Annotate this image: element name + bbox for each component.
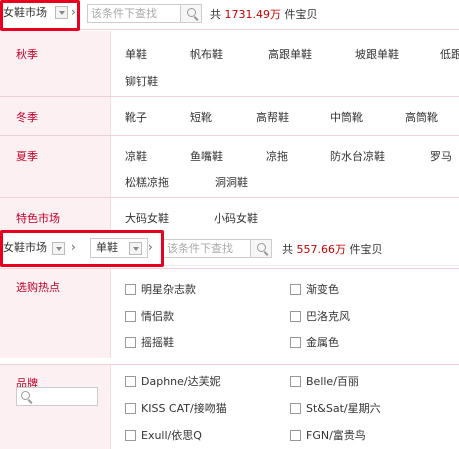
checkbox-option[interactable]: KISS CAT/接吻猫 xyxy=(125,402,227,415)
category-item[interactable]: 防水台凉鞋 xyxy=(330,148,385,164)
category-item[interactable]: 铆钉鞋 xyxy=(125,73,158,89)
category-select-value: 单鞋 xyxy=(96,241,118,254)
category-item[interactable]: 单鞋 xyxy=(125,46,147,62)
checkbox-option[interactable]: 渐变色 xyxy=(290,283,339,296)
category-item[interactable]: 罗马 xyxy=(430,148,452,164)
checkbox-option[interactable]: 巴洛克风 xyxy=(290,310,350,323)
category-select[interactable]: 单鞋 xyxy=(90,238,148,258)
count-suffix: 件宝贝 xyxy=(349,243,383,256)
category-item[interactable]: 高跟单鞋 xyxy=(268,46,312,62)
count-prefix: 共 xyxy=(282,243,293,256)
category-label: 冬季 xyxy=(16,111,38,124)
category-item[interactable]: 低跟 xyxy=(440,46,459,62)
search-input[interactable]: 该条件下查找 xyxy=(87,4,181,23)
brand-search-input[interactable] xyxy=(16,387,98,406)
checkbox-option[interactable]: 摇摇鞋 xyxy=(125,336,174,349)
breadcrumb-bar: 女鞋市场 › 该条件下查找 共 1731.49万 件宝贝 xyxy=(0,0,459,30)
category-item[interactable]: 高筒靴 xyxy=(405,109,438,125)
count-prefix: 共 xyxy=(210,8,221,21)
category-label: 特色市场 xyxy=(16,212,60,225)
chevron-down-icon[interactable] xyxy=(52,242,65,255)
category-item[interactable]: 帆布鞋 xyxy=(190,46,223,62)
checkbox-option[interactable]: Exull/依思Q xyxy=(125,429,202,442)
category-item[interactable]: 高帮鞋 xyxy=(256,109,289,125)
result-count: 共 1731.49万 件宝贝 xyxy=(210,6,318,22)
checkbox-option[interactable]: FGN/富贵鸟 xyxy=(290,429,366,442)
category-item[interactable]: 中筒靴 xyxy=(330,109,363,125)
search-icon xyxy=(21,391,30,400)
attribute-row-brand: 品牌 Daphne/达芙妮 Belle/百丽 KISS CAT/接吻猫 St&S… xyxy=(0,364,459,449)
chevron-right-icon: › xyxy=(148,240,153,254)
category-item[interactable]: 小码女鞋 xyxy=(214,210,258,226)
market-selector-label[interactable]: 女鞋市场 xyxy=(3,239,47,257)
count-value: 1731.49万 xyxy=(224,8,282,21)
search-button[interactable] xyxy=(180,4,202,23)
checkbox-option[interactable]: 金属色 xyxy=(290,336,339,349)
search-button[interactable] xyxy=(250,239,272,258)
chevron-right-icon: › xyxy=(71,240,76,254)
sub-breadcrumb-bar: 女鞋市场 › 单鞋 › 该条件下查找 共 557.66万 件宝贝 xyxy=(0,230,459,266)
count-suffix: 件宝贝 xyxy=(284,8,318,21)
attribute-label: 选购热点 xyxy=(16,281,60,294)
category-row-winter: 冬季 靴子 短靴 高帮鞋 中筒靴 高筒靴 xyxy=(0,97,459,136)
category-item[interactable]: 洞洞鞋 xyxy=(215,174,248,190)
filtered-panel: 女鞋市场 › 单鞋 › 该条件下查找 共 557.66万 件宝贝 选购热点 明星… xyxy=(0,230,459,449)
checkbox-option[interactable]: 情侣款 xyxy=(125,310,174,323)
search-input[interactable]: 该条件下查找 xyxy=(163,239,251,258)
count-value: 557.66万 xyxy=(296,243,347,256)
category-item[interactable]: 坡跟单鞋 xyxy=(355,46,399,62)
category-row-autumn: 秋季 单鞋 帆布鞋 高跟单鞋 坡跟单鞋 低跟 铆钉鞋 xyxy=(0,31,459,97)
checkbox-option[interactable]: 明星杂志款 xyxy=(125,283,196,296)
result-count: 共 557.66万 件宝贝 xyxy=(282,241,383,257)
search-icon xyxy=(257,243,266,252)
category-row-special: 特色市场 大码女鞋 小码女鞋 xyxy=(0,198,459,234)
category-item[interactable]: 短靴 xyxy=(190,109,212,125)
category-label: 秋季 xyxy=(16,48,38,61)
checkbox-option[interactable]: Belle/百丽 xyxy=(290,375,359,388)
chevron-right-icon: › xyxy=(71,5,76,19)
attribute-row-hot: 选购热点 明星杂志款 渐变色 情侣款 巴洛克风 摇摇鞋 金属色 xyxy=(0,268,459,358)
category-item[interactable]: 凉拖 xyxy=(266,148,288,164)
market-selector-label[interactable]: 女鞋市场 xyxy=(3,4,47,22)
category-label: 夏季 xyxy=(16,150,38,163)
category-row-summer: 夏季 凉鞋 鱼嘴鞋 凉拖 防水台凉鞋 罗马 松糕凉拖 洞洞鞋 xyxy=(0,136,459,198)
category-item[interactable]: 松糕凉拖 xyxy=(125,174,169,190)
search-icon xyxy=(187,8,196,17)
category-item[interactable]: 大码女鞋 xyxy=(125,210,169,226)
category-item[interactable]: 鱼嘴鞋 xyxy=(190,148,223,164)
checkbox-option[interactable]: St&Sat/星期六 xyxy=(290,402,381,415)
chevron-down-icon[interactable] xyxy=(129,242,142,255)
category-item[interactable]: 靴子 xyxy=(125,109,147,125)
category-item[interactable]: 凉鞋 xyxy=(125,148,147,164)
checkbox-option[interactable]: Daphne/达芙妮 xyxy=(125,375,221,388)
chevron-down-icon[interactable] xyxy=(55,6,68,19)
